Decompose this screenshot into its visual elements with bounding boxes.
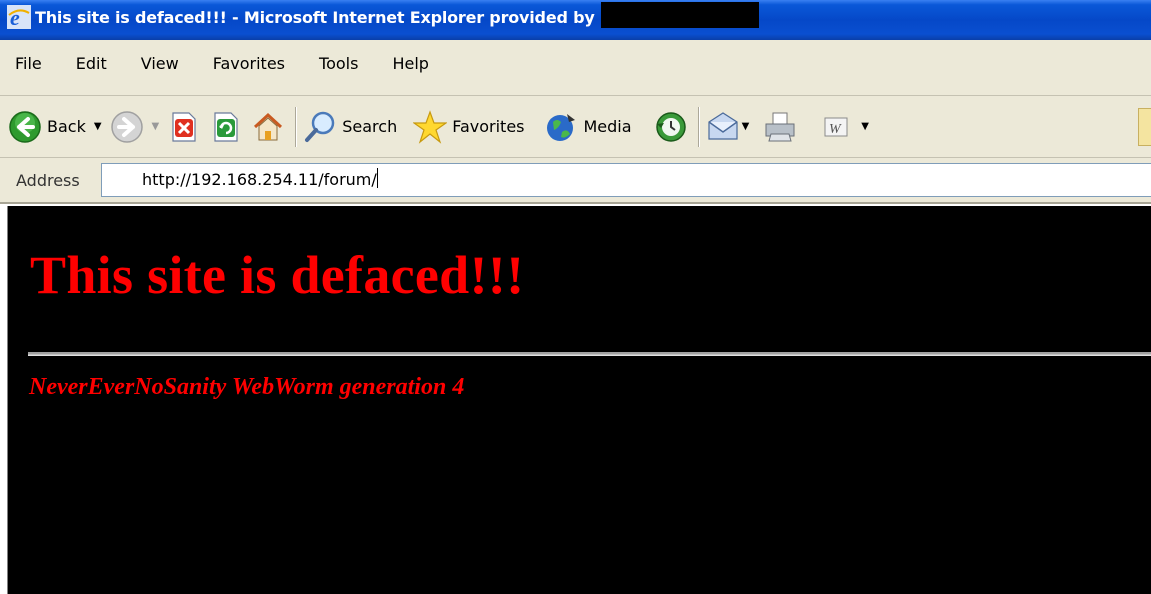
edit-word-icon: W: [824, 117, 848, 137]
toolbar-separator-2: [697, 106, 700, 147]
back-label: Back: [47, 117, 86, 136]
content-left-border: [0, 206, 8, 594]
media-icon: [546, 113, 575, 141]
favorites-label: Favorites: [452, 117, 525, 136]
history-icon: [655, 111, 686, 142]
menu-file[interactable]: File: [11, 51, 46, 76]
mail-icon: [707, 111, 738, 140]
stop-button[interactable]: [167, 107, 201, 147]
menu-favorites[interactable]: Favorites: [209, 51, 289, 76]
forward-dropdown-arrow[interactable]: ▼: [152, 121, 160, 132]
worm-signature-text: NeverEverNoSanity WebWorm generation 4: [29, 374, 465, 400]
favorites-star-icon: [413, 109, 448, 144]
address-bar: Address http://192.168.254.11/forum/: [0, 158, 1151, 204]
edit-button[interactable]: W ▼: [819, 107, 869, 147]
toolbar-separator: [295, 106, 298, 147]
print-icon: [765, 112, 795, 141]
window-title: This site is defaced!!! - Microsoft Inte…: [35, 7, 595, 27]
address-url-text: http://192.168.254.11/forum/: [142, 170, 377, 189]
svg-text:e: e: [10, 5, 20, 29]
print-button[interactable]: [763, 107, 797, 147]
ie-icon[interactable]: e: [7, 5, 31, 29]
forward-icon: [110, 110, 143, 143]
mail-button[interactable]: ▼: [706, 107, 750, 147]
menu-view[interactable]: View: [137, 51, 183, 76]
edit-dropdown-arrow[interactable]: ▼: [861, 121, 869, 132]
menu-edit[interactable]: Edit: [72, 51, 111, 76]
menu-tools[interactable]: Tools: [315, 51, 362, 76]
menu-bar: File Edit View Favorites Tools Help: [0, 40, 1151, 96]
search-icon: [305, 111, 335, 142]
svg-text:W: W: [829, 122, 842, 137]
stop-icon: [172, 111, 196, 142]
favorites-button[interactable]: Favorites: [413, 107, 525, 147]
redacted-provider-box: [600, 2, 759, 28]
standard-toolbar: Back ▼ ▼ Search Favorites Media ▼ W ▼: [0, 96, 1151, 158]
refresh-icon: [214, 111, 238, 142]
back-button[interactable]: Back ▼: [8, 107, 102, 147]
text-caret: [376, 168, 378, 188]
search-label: Search: [342, 117, 398, 136]
search-button[interactable]: Search: [303, 107, 397, 147]
horizontal-rule: [28, 352, 1151, 356]
home-button[interactable]: [251, 107, 285, 147]
media-button[interactable]: Media: [545, 107, 632, 147]
address-label: Address: [16, 170, 80, 190]
forward-button[interactable]: ▼: [110, 107, 160, 147]
page-content: This site is defaced!!! NeverEverNoSanit…: [8, 206, 1151, 594]
title-bar: e This site is defaced!!! - Microsoft In…: [0, 0, 1151, 40]
refresh-button[interactable]: [209, 107, 243, 147]
mail-dropdown-arrow[interactable]: ▼: [742, 121, 750, 132]
defaced-heading: This site is defaced!!!: [30, 245, 525, 305]
media-label: Media: [583, 117, 632, 136]
back-icon: [9, 110, 41, 143]
toolbar-overflow-edge: [1138, 108, 1151, 146]
menu-help[interactable]: Help: [388, 51, 432, 76]
back-dropdown-arrow[interactable]: ▼: [94, 121, 102, 132]
home-icon: [254, 112, 283, 140]
history-button[interactable]: [654, 107, 688, 147]
address-input[interactable]: http://192.168.254.11/forum/: [101, 163, 1151, 197]
